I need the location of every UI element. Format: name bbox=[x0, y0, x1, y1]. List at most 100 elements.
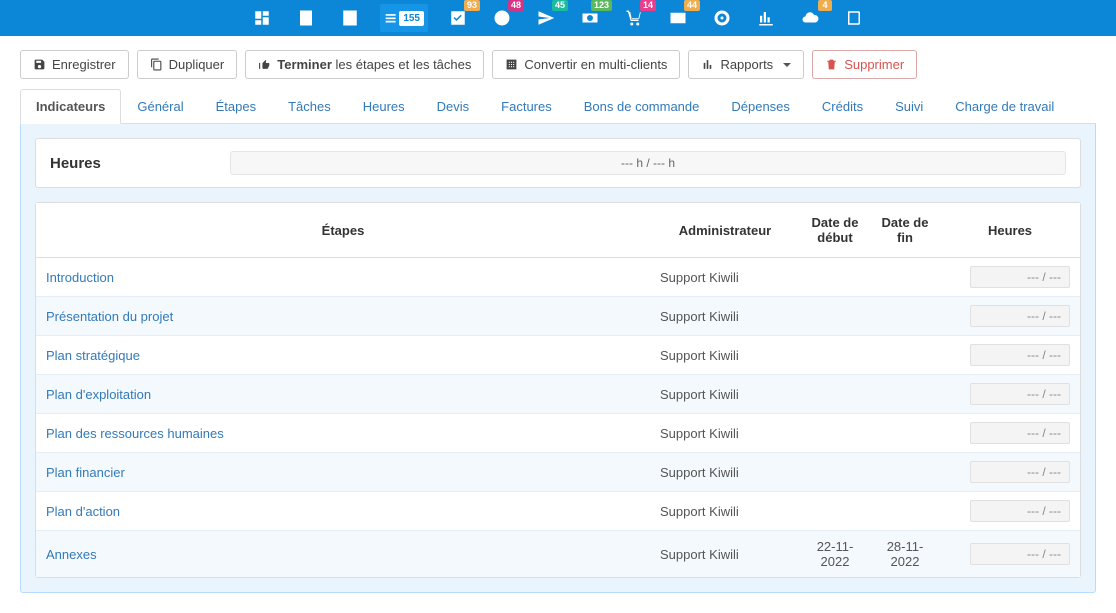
tab-bonsdecommande[interactable]: Bons de commande bbox=[568, 89, 716, 124]
nav-money-icon[interactable]: 123 bbox=[576, 4, 604, 32]
nav-list-icon[interactable]: 155 bbox=[380, 4, 428, 32]
stage-link[interactable]: Annexes bbox=[46, 547, 97, 562]
cart-icon bbox=[625, 9, 643, 27]
stage-link[interactable]: Plan d'exploitation bbox=[46, 387, 151, 402]
date-debut-cell: 22-11-2022 bbox=[800, 531, 870, 578]
hours-cell-wrap: --- / --- bbox=[940, 336, 1080, 375]
hours-value: --- / --- bbox=[970, 344, 1070, 366]
money-icon bbox=[581, 9, 599, 27]
hours-cell-wrap: --- / --- bbox=[940, 258, 1080, 297]
stages-table: Étapes Administrateur Date de début Date… bbox=[36, 203, 1080, 577]
check-icon bbox=[449, 9, 467, 27]
stage-link[interactable]: Présentation du projet bbox=[46, 309, 173, 324]
tab-indicateurs[interactable]: Indicateurs bbox=[20, 89, 121, 124]
date-debut-cell bbox=[800, 297, 870, 336]
date-fin-cell: 28-11-2022 bbox=[870, 531, 940, 578]
tab-suivi[interactable]: Suivi bbox=[879, 89, 939, 124]
date-debut-cell bbox=[800, 492, 870, 531]
date-fin-cell bbox=[870, 414, 940, 453]
finish-button[interactable]: Terminer les étapes et les tâches bbox=[245, 50, 484, 79]
cloud-icon bbox=[801, 9, 819, 27]
stage-link[interactable]: Introduction bbox=[46, 270, 114, 285]
duplicate-button[interactable]: Dupliquer bbox=[137, 50, 238, 79]
date-fin-cell bbox=[870, 453, 940, 492]
nav-book-icon[interactable] bbox=[840, 4, 868, 32]
tab-depenses[interactable]: Dépenses bbox=[715, 89, 806, 124]
hours-value: --- / --- bbox=[970, 543, 1070, 565]
tab-chargedetravail[interactable]: Charge de travail bbox=[939, 89, 1070, 124]
admin-cell: Support Kiwili bbox=[650, 375, 800, 414]
nav-clock-icon[interactable]: 48 bbox=[488, 4, 516, 32]
nav-dashboard-icon[interactable] bbox=[248, 4, 276, 32]
nav-badge: 4 bbox=[818, 0, 832, 11]
admin-cell: Support Kiwili bbox=[650, 258, 800, 297]
admin-cell: Support Kiwili bbox=[650, 336, 800, 375]
send-icon bbox=[537, 9, 555, 27]
admin-cell: Support Kiwili bbox=[650, 531, 800, 578]
date-fin-cell bbox=[870, 492, 940, 531]
hours-value: --- / --- bbox=[970, 500, 1070, 522]
tab-etapes[interactable]: Étapes bbox=[200, 89, 272, 124]
stage-link[interactable]: Plan d'action bbox=[46, 504, 120, 519]
bar-chart-icon bbox=[701, 58, 714, 71]
nav-badge: 48 bbox=[508, 0, 524, 11]
hours-bar-text: --- h / --- h bbox=[621, 156, 675, 170]
convert-button[interactable]: Convertir en multi-clients bbox=[492, 50, 680, 79]
header-admin: Administrateur bbox=[650, 203, 800, 258]
book-icon bbox=[845, 9, 863, 27]
nav-building-icon[interactable] bbox=[292, 4, 320, 32]
table-row: Plan stratégique Support Kiwili --- / --- bbox=[36, 336, 1080, 375]
date-fin-cell bbox=[870, 336, 940, 375]
thumbs-up-icon bbox=[258, 58, 271, 71]
save-button[interactable]: Enregistrer bbox=[20, 50, 129, 79]
reports-button[interactable]: Rapports bbox=[688, 50, 804, 79]
nav-send-icon[interactable]: 45 bbox=[532, 4, 560, 32]
nav-target-icon[interactable] bbox=[708, 4, 736, 32]
nav-card-icon[interactable]: 44 bbox=[664, 4, 692, 32]
tab-credits[interactable]: Crédits bbox=[806, 89, 879, 124]
table-header-row: Étapes Administrateur Date de début Date… bbox=[36, 203, 1080, 258]
header-date-debut: Date de début bbox=[800, 203, 870, 258]
stage-link[interactable]: Plan financier bbox=[46, 465, 125, 480]
convert-label: Convertir en multi-clients bbox=[524, 57, 667, 72]
hours-cell-wrap: --- / --- bbox=[940, 375, 1080, 414]
table-row: Plan des ressources humaines Support Kiwi… bbox=[36, 414, 1080, 453]
nav-cloud-icon[interactable]: 4 bbox=[796, 4, 824, 32]
tab-general[interactable]: Général bbox=[121, 89, 199, 124]
building-icon bbox=[505, 58, 518, 71]
nav-building2-icon[interactable] bbox=[336, 4, 364, 32]
hours-cell-wrap: --- / --- bbox=[940, 297, 1080, 336]
table-row: Présentation du projet Support Kiwili --- … bbox=[36, 297, 1080, 336]
hours-value: --- / --- bbox=[970, 461, 1070, 483]
copy-icon bbox=[150, 58, 163, 71]
chevron-down-icon bbox=[783, 63, 791, 67]
duplicate-label: Dupliquer bbox=[169, 57, 225, 72]
hours-value: --- / --- bbox=[970, 305, 1070, 327]
top-navbar: 15593484512314444 bbox=[0, 0, 1116, 36]
nav-check-icon[interactable]: 93 bbox=[444, 4, 472, 32]
tab-taches[interactable]: Tâches bbox=[272, 89, 347, 124]
date-fin-cell bbox=[870, 375, 940, 414]
clock-icon bbox=[493, 9, 511, 27]
delete-button[interactable]: Supprimer bbox=[812, 50, 917, 79]
date-debut-cell bbox=[800, 453, 870, 492]
stages-table-wrap: Étapes Administrateur Date de début Date… bbox=[35, 202, 1081, 578]
tabs: IndicateursGénéralÉtapesTâchesHeuresDevi… bbox=[20, 89, 1096, 124]
tab-heures[interactable]: Heures bbox=[347, 89, 421, 124]
nav-chart-icon[interactable] bbox=[752, 4, 780, 32]
admin-cell: Support Kiwili bbox=[650, 414, 800, 453]
nav-cart-icon[interactable]: 14 bbox=[620, 4, 648, 32]
nav-badge: 93 bbox=[464, 0, 480, 11]
tab-factures[interactable]: Factures bbox=[485, 89, 568, 124]
finish-label: Terminer les étapes et les tâches bbox=[277, 57, 471, 72]
header-date-fin: Date de fin bbox=[870, 203, 940, 258]
stage-link[interactable]: Plan des ressources humaines bbox=[46, 426, 224, 441]
table-row: Plan financierSupport Kiwili--- / --- bbox=[36, 453, 1080, 492]
tab-devis[interactable]: Devis bbox=[421, 89, 486, 124]
date-debut-cell bbox=[800, 258, 870, 297]
delete-label: Supprimer bbox=[844, 57, 904, 72]
table-row: Plan d'exploitation Support Kiwili --- / -… bbox=[36, 375, 1080, 414]
stage-link[interactable]: Plan stratégique bbox=[46, 348, 140, 363]
admin-cell: Support Kiwili bbox=[650, 297, 800, 336]
hours-title: Heures bbox=[50, 155, 210, 172]
